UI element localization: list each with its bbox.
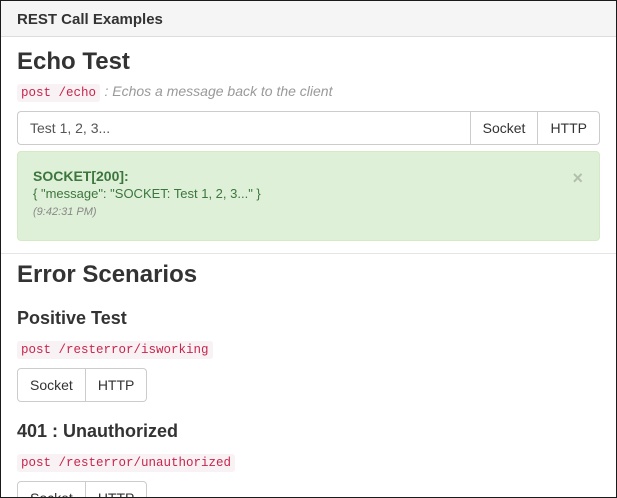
echo-heading: Echo Test [17, 48, 130, 75]
positive-socket-button[interactable]: Socket [17, 368, 86, 402]
positive-http-button[interactable]: HTTP [85, 368, 148, 402]
unauthorized-http-button[interactable]: HTTP [85, 481, 148, 497]
echo-message-input[interactable] [17, 111, 470, 145]
scenario-endpoint-line: post /resterror/isworking [17, 340, 600, 359]
scenario-endpoint-line: post /resterror/unauthorized [17, 453, 600, 472]
scenario-endpoint: post /resterror/isworking [17, 341, 213, 359]
scenario-button-group: Socket HTTP [17, 368, 148, 402]
section-divider [1, 253, 616, 254]
alert-timestamp: (9:42:31 PM) [33, 206, 97, 218]
scenario-endpoint: post /resterror/unauthorized [17, 454, 236, 472]
echo-response-alert: SOCKET[200]: { "message": "SOCKET: Test … [17, 151, 600, 241]
echo-section: Echo Test [17, 48, 600, 75]
echo-input-group: Socket HTTP [17, 111, 600, 145]
alert-title: SOCKET[200]: [33, 168, 129, 184]
app-window: REST Call Examples Echo Test post /echo … [0, 0, 617, 498]
echo-http-button[interactable]: HTTP [538, 111, 600, 145]
scenario-title: 401 : Unauthorized [17, 421, 179, 441]
echo-description: : Echos a message back to the client [104, 83, 333, 99]
unauthorized-socket-button[interactable]: Socket [17, 481, 86, 497]
alert-body: { "message": "SOCKET: Test 1, 2, 3..." } [33, 186, 261, 201]
echo-endpoint-line: post /echo : Echos a message back to the… [17, 83, 600, 102]
scenario-title: Positive Test [17, 308, 127, 328]
errors-heading: Error Scenarios [17, 261, 198, 288]
echo-socket-button[interactable]: Socket [469, 111, 539, 145]
panel-title: REST Call Examples [1, 1, 616, 37]
close-icon[interactable]: × [572, 169, 583, 187]
scenario-title-unauthorized: 401 : Unauthorized [17, 421, 600, 442]
errors-section: Error Scenarios [17, 261, 600, 288]
echo-endpoint: post /echo [17, 84, 101, 102]
scenario-title-positive: Positive Test [17, 308, 600, 329]
scenario-button-group: Socket HTTP [17, 481, 148, 497]
